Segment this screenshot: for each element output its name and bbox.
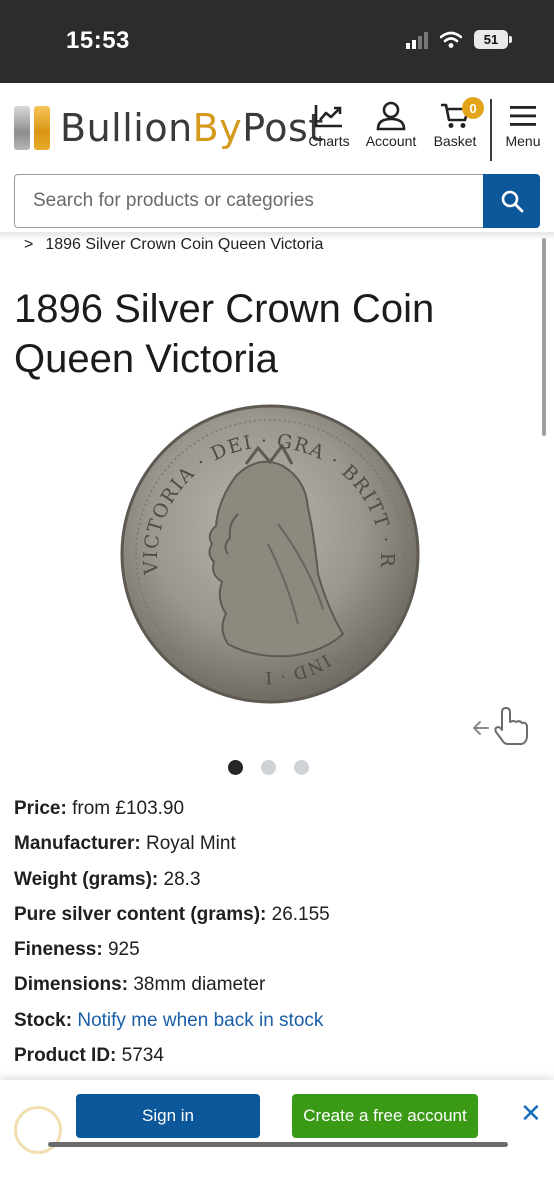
search-input[interactable] — [14, 174, 483, 228]
nav-menu[interactable]: Menu — [498, 99, 548, 161]
nav-charts-label: Charts — [308, 133, 350, 149]
status-icons: 51 — [406, 30, 512, 49]
nav-basket-label: Basket — [433, 133, 477, 149]
account-prompt-bar: Sign in Create a free account ✕ — [0, 1080, 554, 1200]
user-icon — [376, 101, 406, 131]
site-logo[interactable]: BullionByPost — [14, 101, 324, 155]
site-header: BullionByPost Charts Account 0 Basket Me… — [0, 83, 554, 173]
nav-account[interactable]: Account — [358, 99, 424, 161]
swipe-hint-icon — [473, 707, 528, 745]
home-indicator[interactable] — [48, 1142, 508, 1147]
status-bar: 15:53 51 — [0, 0, 554, 83]
spec-dimensions: Dimensions: 38mm diameter — [14, 974, 266, 996]
coin-image: VICTORIA · DEI · GRA · BRITT · REGINA · … — [109, 387, 420, 704]
breadcrumb: > 1896 Silver Crown Coin Queen Victoria — [24, 236, 323, 254]
header-nav: Charts Account 0 Basket Menu — [300, 97, 554, 161]
battery-indicator: 51 — [474, 30, 512, 49]
search-bar — [14, 174, 540, 228]
status-time: 15:53 — [66, 27, 130, 54]
logo-bars-icon — [14, 106, 50, 150]
spec-fineness: Fineness: 925 — [14, 939, 140, 961]
cellular-signal-icon — [406, 31, 428, 49]
spec-stock: Stock: Notify me when back in stock — [14, 1009, 324, 1031]
spec-silver-content: Pure silver content (grams): 26.155 — [14, 903, 330, 925]
spec-manufacturer: Manufacturer: Royal Mint — [14, 833, 236, 855]
search-button[interactable] — [483, 174, 540, 228]
gallery-dot-3[interactable] — [294, 760, 309, 775]
breadcrumb-separator: > — [24, 236, 34, 253]
nav-basket[interactable]: 0 Basket — [424, 97, 486, 161]
product-image[interactable]: VICTORIA · DEI · GRA · BRITT · REGINA · … — [109, 387, 422, 704]
spec-price: Price: from £103.90 — [14, 798, 185, 819]
nav-account-label: Account — [365, 133, 417, 149]
scrollbar[interactable] — [542, 238, 546, 436]
logo-text: BullionByPost — [60, 106, 324, 150]
menu-icon — [510, 106, 536, 126]
page-title: 1896 Silver Crown Coin Queen Victoria — [14, 287, 435, 381]
spec-product-id: Product ID: 5734 — [14, 1045, 164, 1067]
close-icon[interactable]: ✕ — [520, 1100, 542, 1126]
gallery-dots — [228, 760, 309, 775]
gallery-dot-1[interactable] — [228, 760, 243, 775]
search-icon — [501, 190, 523, 213]
notify-stock-link[interactable]: Notify me when back in stock — [77, 1010, 323, 1031]
wifi-icon — [440, 31, 462, 48]
basket-count-badge: 0 — [462, 97, 484, 119]
breadcrumb-current[interactable]: 1896 Silver Crown Coin Queen Victoria — [45, 236, 323, 254]
product-specs: Price: from £103.90 Manufacturer: Royal … — [14, 795, 534, 1077]
gallery-dot-2[interactable] — [261, 760, 276, 775]
sign-in-button[interactable]: Sign in — [76, 1094, 260, 1138]
nav-divider — [490, 99, 492, 161]
spec-weight: Weight (grams): 28.3 — [14, 868, 201, 890]
nav-menu-label: Menu — [505, 133, 541, 149]
nav-charts[interactable]: Charts — [300, 99, 358, 161]
chart-icon — [314, 105, 342, 128]
create-account-button[interactable]: Create a free account — [292, 1094, 478, 1138]
